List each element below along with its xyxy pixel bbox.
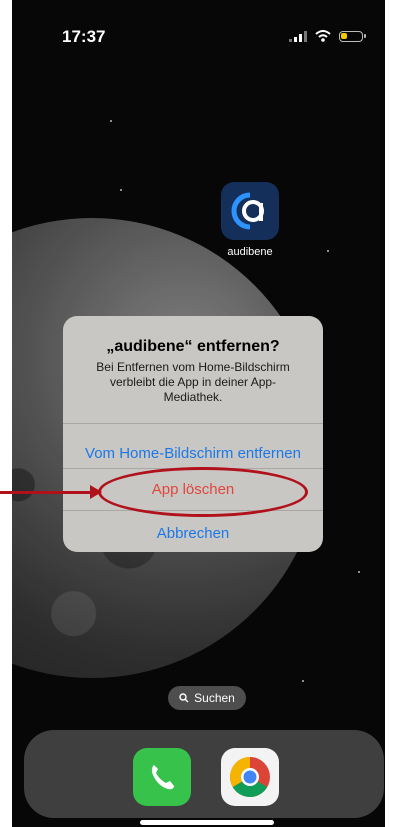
cancel-button[interactable]: Abbrechen: [63, 512, 323, 552]
phone-app-icon[interactable]: [133, 748, 191, 806]
dialog-title: „audibene“ entfernen?: [106, 338, 280, 355]
annotation-arrowhead-icon: [90, 485, 102, 499]
status-icons: [289, 30, 366, 42]
app-label: audibene: [227, 246, 273, 258]
battery-low-icon: [339, 30, 366, 42]
dialog-message: Bei Entfernen vom Home-Bildschirm verble…: [96, 360, 290, 404]
phone-icon: [151, 765, 174, 790]
chrome-app-icon[interactable]: [221, 748, 279, 806]
magnifier-icon: [179, 693, 189, 703]
app-audibene[interactable]: audibene: [220, 182, 280, 258]
chrome-icon: [230, 757, 270, 797]
annotation-arrow: [0, 491, 92, 494]
search-label: Suchen: [194, 691, 235, 705]
divider: [63, 423, 323, 424]
status-bar: 17:37: [12, 0, 385, 70]
spotlight-search-button[interactable]: Suchen: [168, 686, 246, 710]
audibene-logo-icon[interactable]: [221, 182, 279, 240]
home-indicator[interactable]: [140, 820, 274, 825]
highlight-ellipse: [98, 467, 308, 517]
signal-bars-icon: [289, 30, 307, 42]
status-time: 17:37: [62, 27, 106, 46]
dock: [24, 730, 384, 818]
wifi-icon: [315, 30, 331, 42]
